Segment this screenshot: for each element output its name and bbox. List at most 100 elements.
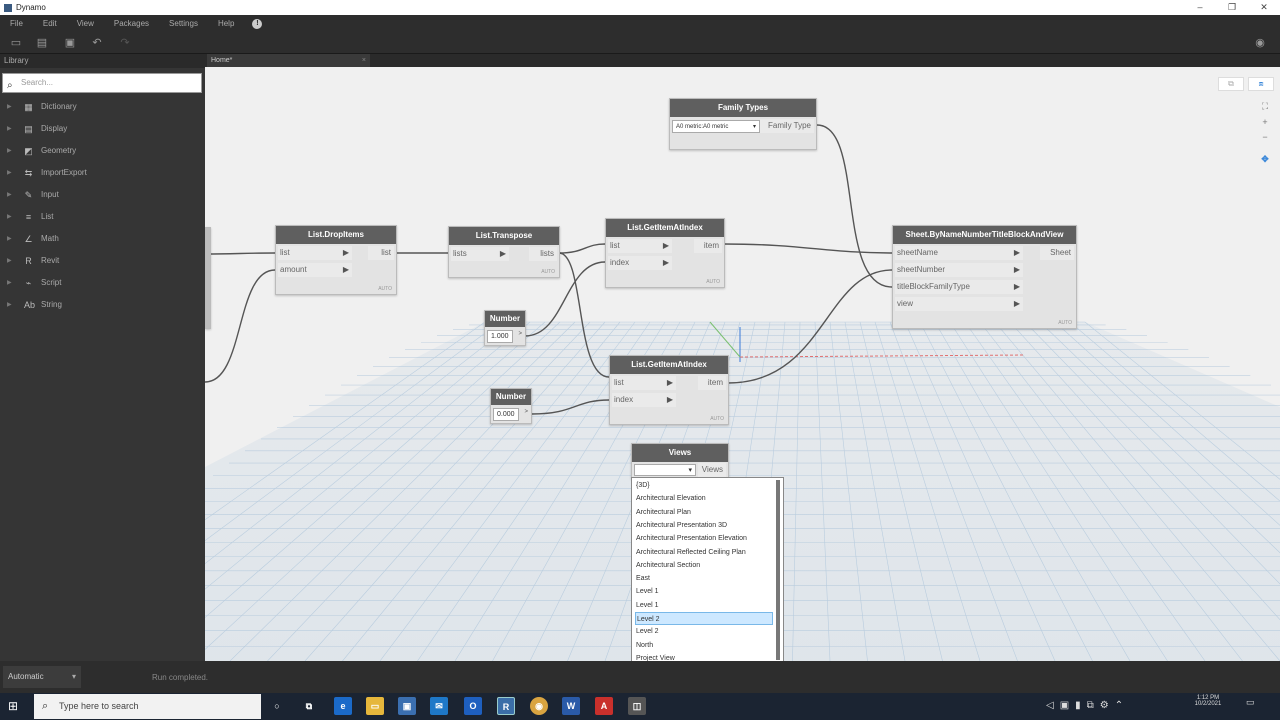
dropdown-option[interactable]: Architectural Elevation — [635, 492, 773, 505]
zoom-in-icon[interactable]: + — [1259, 116, 1271, 128]
close-button[interactable]: ✕ — [1248, 0, 1280, 15]
info-icon[interactable]: ! — [252, 18, 263, 29]
dropdown-option[interactable]: Architectural Section — [635, 559, 773, 572]
output-port-family-type[interactable]: Family Type — [760, 119, 814, 133]
expand-arrow-icon[interactable]: ▶ — [7, 250, 12, 272]
input-port-list[interactable]: list ▶ — [612, 376, 676, 390]
graph-view-toggle-icon[interactable]: ⧉ — [1218, 77, 1244, 91]
output-port-sheet[interactable]: Sheet — [1040, 246, 1074, 260]
dropdown-option[interactable]: Architectural Reflected Ceiling Plan — [635, 546, 773, 559]
windows-start-icon[interactable]: ⊞ — [8, 699, 22, 713]
tab-home[interactable]: Home* × — [207, 54, 370, 67]
expand-arrow-icon[interactable]: ▶ — [7, 162, 12, 184]
input-port-index[interactable]: index ▶ — [608, 256, 672, 270]
library-item-input[interactable]: ▶ ✎ Input — [0, 184, 205, 206]
input-port-lists[interactable]: lists ▶ — [451, 247, 509, 261]
minimize-button[interactable]: – — [1184, 0, 1216, 15]
dropdown-option[interactable]: Level 2 — [635, 625, 773, 638]
library-item-math[interactable]: ▶ ∠ Math — [0, 228, 205, 250]
app-icon[interactable]: ◫ — [628, 697, 646, 715]
node-views[interactable]: Views ▾ Views — [631, 443, 729, 479]
cortana-icon[interactable]: ○ — [268, 697, 286, 715]
menu-view[interactable]: View — [67, 19, 104, 28]
library-item-display[interactable]: ▶ ▤ Display — [0, 118, 205, 140]
input-port-list[interactable]: list ▶ — [608, 239, 672, 253]
library-item-importexport[interactable]: ▶ ⇆ ImportExport — [0, 162, 205, 184]
library-item-list[interactable]: ▶ ≡ List — [0, 206, 205, 228]
input-port-sheetname[interactable]: sheetName ▶ — [895, 246, 1023, 260]
expand-arrow-icon[interactable]: ▶ — [7, 206, 12, 228]
menu-packages[interactable]: Packages — [104, 19, 159, 28]
expand-arrow-icon[interactable]: ▶ — [7, 118, 12, 140]
library-item-string[interactable]: ▶ Ab String — [0, 294, 205, 316]
node-number-1[interactable]: Number 1.000 > — [484, 310, 526, 346]
library-item-revit[interactable]: ▶ R Revit — [0, 250, 205, 272]
new-file-icon[interactable]: ▭ — [10, 37, 22, 49]
output-chevron-icon[interactable]: > — [518, 331, 522, 337]
output-chevron-icon[interactable]: > — [524, 409, 528, 415]
input-port-list[interactable]: list ▶ — [278, 246, 352, 260]
store-icon[interactable]: ▣ — [398, 697, 416, 715]
output-port-views[interactable]: Views — [698, 463, 726, 477]
views-select[interactable]: ▾ — [634, 464, 696, 476]
dropdown-option[interactable]: Architectural Plan — [635, 506, 773, 519]
expand-arrow-icon[interactable]: ▶ — [7, 272, 12, 294]
notification-icon[interactable]: ▭ — [1246, 697, 1258, 713]
dropdown-option[interactable]: Level 2 — [635, 612, 773, 625]
dropdown-option[interactable]: {3D} — [635, 479, 773, 492]
output-port-lists[interactable]: lists — [529, 247, 557, 261]
library-search-input[interactable]: ⌕ Search... — [2, 73, 202, 93]
output-port-item[interactable]: item — [698, 376, 726, 390]
redo-icon[interactable]: ↷ — [119, 37, 131, 49]
dropdown-option[interactable]: Architectural Presentation Elevation — [635, 532, 773, 545]
tab-close-icon[interactable]: × — [362, 54, 366, 67]
number-input-2[interactable]: 0.000 — [493, 408, 519, 421]
node-list-getitematindex-2[interactable]: List.GetItemAtIndex list ▶ index ▶ item AU… — [609, 355, 729, 425]
output-port-item[interactable]: item — [694, 239, 722, 253]
dropdown-option[interactable]: North — [635, 639, 773, 652]
camera-icon[interactable]: ◉ — [1254, 37, 1266, 49]
zoom-out-icon[interactable]: − — [1259, 131, 1271, 143]
open-file-icon[interactable]: ▤ — [36, 37, 48, 49]
dropdown-option[interactable]: Level 1 — [635, 585, 773, 598]
node-list-dropitems[interactable]: List.DropItems list ▶ amount ▶ list AUTO — [275, 225, 397, 295]
taskbar-search-input[interactable]: ⌕ Type here to search — [34, 694, 261, 719]
dropdown-scrollbar[interactable] — [776, 480, 780, 660]
autocad-icon[interactable]: A — [595, 697, 613, 715]
task-view-icon[interactable]: ⧉ — [300, 697, 318, 715]
maximize-button[interactable]: ❐ — [1216, 0, 1248, 15]
node-number-2[interactable]: Number 0.000 > — [490, 388, 532, 424]
input-port-amount[interactable]: amount ▶ — [278, 263, 352, 277]
family-type-select[interactable]: A0 metric:A0 metric ▾ — [672, 120, 760, 133]
node-list-transpose[interactable]: List.Transpose lists ▶ lists AUTO — [448, 226, 560, 278]
outlook-icon[interactable]: O — [464, 697, 482, 715]
node-sheet-by-name-number[interactable]: Sheet.ByNameNumberTitleBlockAndView shee… — [892, 225, 1077, 329]
input-port-view[interactable]: view ▶ — [895, 297, 1023, 311]
expand-arrow-icon[interactable]: ▶ — [7, 228, 12, 250]
chrome-icon[interactable]: ◉ — [530, 697, 548, 715]
output-port-list[interactable]: list — [368, 246, 394, 260]
dropdown-option[interactable]: Level 1 — [635, 599, 773, 612]
expand-arrow-icon[interactable]: ▶ — [7, 294, 12, 316]
undo-icon[interactable]: ↶ — [91, 37, 103, 49]
revit-icon[interactable]: R — [497, 697, 515, 715]
expand-arrow-icon[interactable]: ▶ — [7, 184, 12, 206]
input-port-index[interactable]: index ▶ — [612, 393, 676, 407]
clock[interactable]: 1:12 PM 10/2/2021 — [1178, 695, 1238, 707]
background-preview-toggle-icon[interactable]: ⧈ — [1248, 77, 1274, 91]
number-input-1[interactable]: 1.000 — [487, 330, 513, 343]
mail-icon[interactable]: ✉ — [430, 697, 448, 715]
file-explorer-icon[interactable]: ▭ — [366, 697, 384, 715]
expand-arrow-icon[interactable]: ▶ — [7, 140, 12, 162]
menu-file[interactable]: File — [0, 19, 33, 28]
menu-settings[interactable]: Settings — [159, 19, 208, 28]
library-item-dictionary[interactable]: ▶ ▦ Dictionary — [0, 96, 205, 118]
edge-icon[interactable]: e — [334, 697, 352, 715]
library-item-script[interactable]: ▶ ⌁ Script — [0, 272, 205, 294]
partial-node-left[interactable] — [205, 227, 211, 329]
zoom-fit-icon[interactable]: ⛶ — [1259, 100, 1271, 112]
word-icon[interactable]: W — [562, 697, 580, 715]
node-family-types[interactable]: Family Types A0 metric:A0 metric ▾ Famil… — [669, 98, 817, 150]
dropdown-option[interactable]: East — [635, 572, 773, 585]
run-mode-select[interactable]: Automatic ▾ — [3, 666, 81, 688]
